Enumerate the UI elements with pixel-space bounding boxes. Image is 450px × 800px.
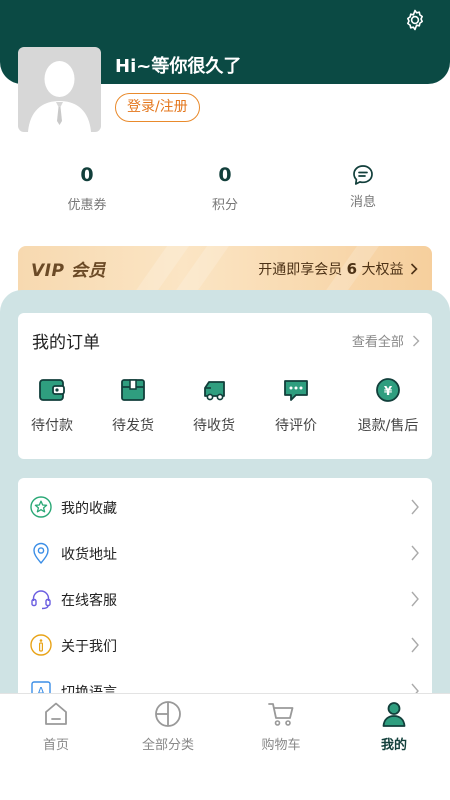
points-label: 积分 [211,198,238,213]
menu-item-address-label: 收货地址 [61,547,117,563]
points-count: 0 [218,164,232,186]
user-icon [382,702,406,727]
vip-text-suffix: 大权益 [357,262,404,278]
coupons-stat[interactable]: 0 优惠券 [27,160,147,213]
tab-profile-label: 我的 [380,738,407,753]
tab-categories[interactable]: 全部分类 [112,700,224,753]
menu-item-customer-service-label: 在线客服 [61,593,117,609]
menu-item-favorites[interactable]: 我的收藏 [18,486,432,532]
settings-gear-icon[interactable] [403,8,427,32]
chevron-right-icon [411,545,419,561]
chevron-right-icon [413,335,420,347]
default-avatar-icon [28,61,91,132]
chevron-right-icon [411,637,419,653]
info-icon [30,634,52,656]
tab-cart-label: 购物车 [261,738,301,753]
messages-stat[interactable]: 消息 [303,160,423,210]
view-all-orders-link[interactable]: 查看全部 [352,331,420,350]
profile-screen: Hi~等你很久了 登录/注册 0 优惠券 0 积分 消息 VIP 会员 开通即享… [0,0,450,800]
vip-banner[interactable]: VIP 会员 开通即享会员 6 大权益 [18,246,432,292]
cart-icon [268,703,294,726]
avatar[interactable] [18,47,101,132]
menu-item-customer-service[interactable]: 在线客服 [18,578,432,624]
menu-item-address[interactable]: 收货地址 [18,532,432,578]
messages-label: 消息 [349,195,376,210]
star-icon [30,496,52,518]
order-pending-payment[interactable]: 待付款 [12,377,92,435]
order-pending-receipt[interactable]: 待收货 [174,377,254,435]
comment-icon [284,380,308,401]
chevron-right-icon [411,499,419,515]
menu-item-favorites-label: 我的收藏 [61,501,117,517]
order-pending-payment-label: 待付款 [31,418,73,434]
order-pending-receipt-label: 待收货 [193,418,235,434]
order-pending-review[interactable]: 待评价 [256,377,336,435]
location-icon [33,542,49,564]
login-register-button[interactable]: 登录/注册 [115,93,200,122]
bottom-tab-bar: 首页 全部分类 购物车 我的 [0,693,450,800]
vip-benefits-text: 开通即享会员 6 大权益 [258,259,418,279]
order-pending-shipment[interactable]: 待发货 [93,377,173,435]
truck-icon [204,381,225,401]
points-stat[interactable]: 0 积分 [165,160,285,213]
svg-text:¥: ¥ [384,384,393,398]
headset-icon [31,590,51,610]
message-icon [353,165,373,185]
service-menu-card: 我的收藏 收货地址 在线客服 关于我们 A [18,478,432,718]
category-icon [155,701,181,727]
vip-text-prefix: 开通即享会员 [258,262,347,278]
order-pending-shipment-label: 待发货 [112,418,154,434]
vip-benefit-count: 6 [346,260,358,278]
order-refund-aftersale[interactable]: ¥ 退款/售后 [348,377,428,435]
order-refund-label: 退款/售后 [357,418,419,434]
my-orders-card: 我的订单 查看全部 待付款 待发货 待收货 待评价 ¥ 退款/售后 [18,313,432,459]
tab-home[interactable]: 首页 [0,700,112,753]
coupons-count: 0 [80,164,94,186]
orders-title: 我的订单 [32,333,100,353]
tab-profile[interactable]: 我的 [338,700,450,753]
menu-item-about-us-label: 关于我们 [61,639,117,655]
coupons-label: 优惠券 [67,198,107,213]
tab-cart[interactable]: 购物车 [225,700,337,753]
tab-categories-label: 全部分类 [141,738,194,753]
refund-icon: ¥ [376,378,400,402]
box-icon [121,379,145,401]
order-pending-review-label: 待评价 [275,418,317,434]
chevron-right-icon [411,591,419,607]
vip-logo: VIP 会员 [31,261,106,281]
chevron-right-icon [410,263,418,275]
menu-item-about-us[interactable]: 关于我们 [18,624,432,670]
view-all-label: 查看全部 [351,335,404,350]
home-icon [45,702,67,725]
wallet-icon [39,379,65,401]
tab-home-label: 首页 [42,738,69,753]
greeting-text: Hi~等你很久了 [115,56,242,77]
